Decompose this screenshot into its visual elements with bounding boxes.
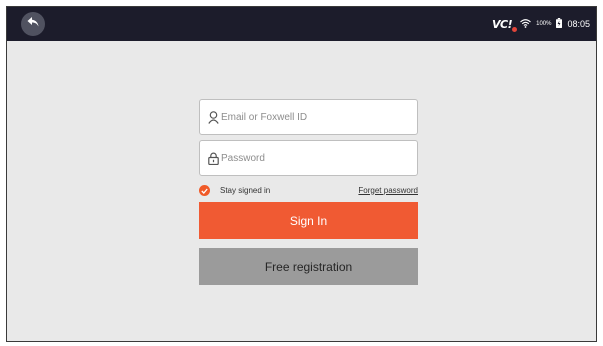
lock-icon	[207, 151, 219, 165]
wifi-icon	[520, 15, 531, 33]
back-arrow-icon	[27, 15, 39, 33]
free-registration-button[interactable]: Free registration	[199, 248, 418, 285]
clock: 08:05	[567, 19, 590, 29]
app-screen: VC! 100% 08:05 Email or Foxwell ID Stay …	[6, 6, 597, 342]
stay-signed-in-checkbox[interactable]	[199, 184, 210, 196]
vci-status-icon[interactable]: VC!	[492, 17, 518, 32]
user-icon	[207, 110, 219, 124]
sign-in-button[interactable]: Sign In	[199, 202, 418, 239]
battery-icon	[556, 15, 563, 33]
options-row: Stay signed in Forget password	[199, 178, 418, 202]
stay-signed-in-label: Stay signed in	[220, 185, 271, 195]
back-button[interactable]	[21, 12, 45, 36]
forget-password-link[interactable]: Forget password	[358, 186, 418, 195]
status-indicators: VC! 100% 08:05	[492, 7, 590, 41]
password-input[interactable]	[221, 152, 401, 164]
checkmark-icon	[201, 181, 208, 199]
status-bar: VC! 100% 08:05	[7, 7, 596, 41]
email-input[interactable]	[221, 111, 401, 123]
login-form: Stay signed in Forget password Sign In F…	[199, 99, 418, 285]
battery-percent: 100%	[536, 21, 552, 27]
vci-label: VC!	[492, 17, 513, 31]
password-field[interactable]	[199, 140, 418, 176]
email-field[interactable]	[199, 99, 418, 135]
vci-disconnected-dot	[512, 26, 518, 32]
